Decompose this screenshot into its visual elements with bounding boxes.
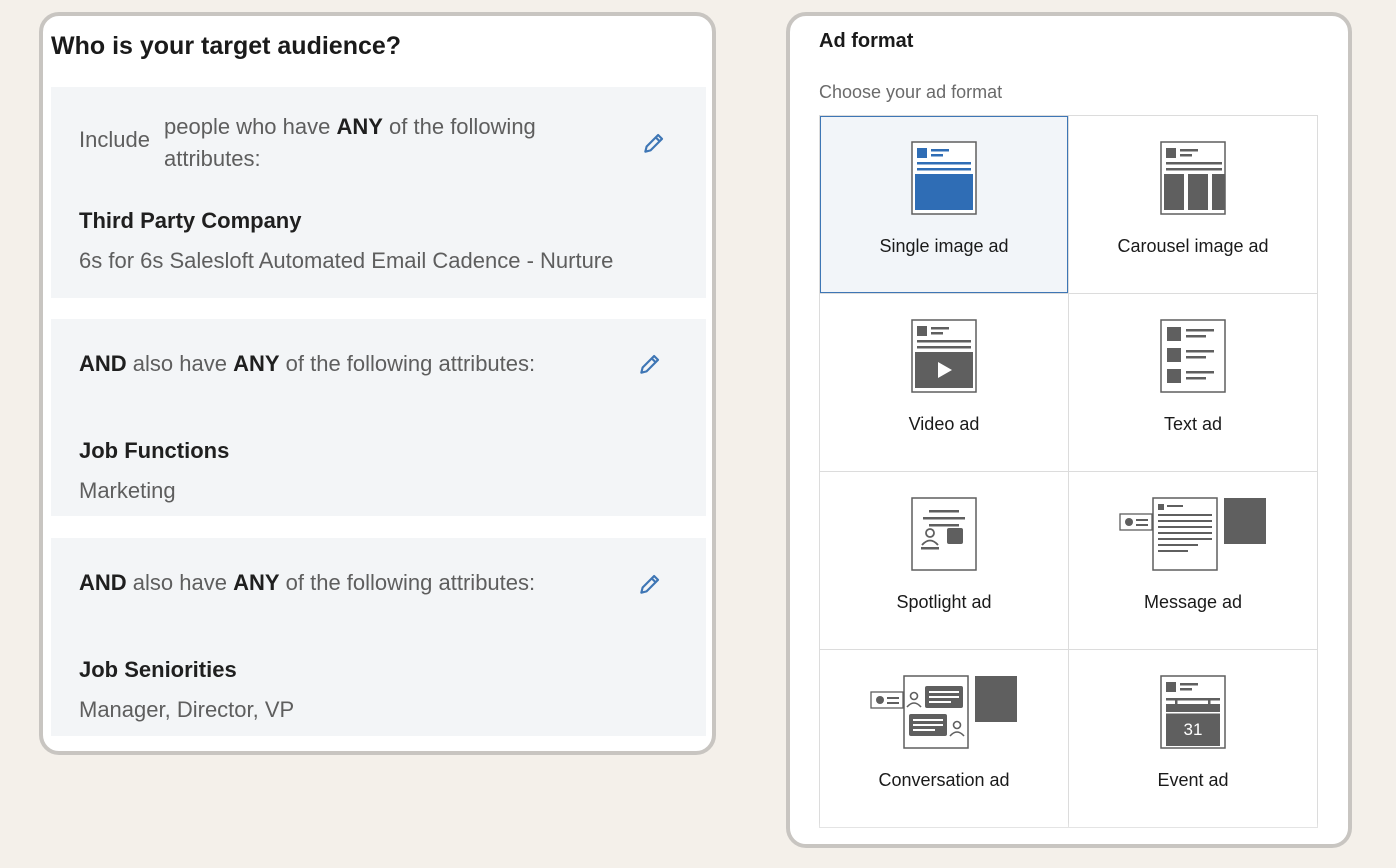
pencil-icon	[644, 133, 664, 153]
ad-format-conversation[interactable]: Conversation ad	[820, 650, 1068, 827]
ad-format-carousel-image[interactable]: Carousel image ad	[1069, 116, 1317, 293]
ad-format-label: Text ad	[1163, 414, 1223, 434]
attribute-name: Third Party Company	[79, 208, 302, 233]
text-ad-icon	[1160, 319, 1226, 393]
scroll-fade	[790, 822, 1348, 844]
ad-format-message[interactable]: Message ad	[1069, 472, 1317, 649]
edit-group-2-button[interactable]	[634, 348, 666, 380]
single-image-ad-icon	[911, 141, 977, 215]
ad-format-spotlight[interactable]: Spotlight ad	[820, 472, 1068, 649]
ad-format-label: Message ad	[1143, 592, 1243, 612]
video-ad-icon	[911, 319, 977, 393]
ad-format-label: Event ad	[1157, 770, 1229, 790]
spotlight-ad-icon	[911, 497, 977, 571]
carousel-image-ad-icon	[1160, 141, 1226, 215]
ad-format-title: Ad format	[819, 30, 914, 52]
attribute-name: Job Functions	[79, 438, 230, 463]
target-audience-panel: Who is your target audience? Include peo…	[39, 12, 716, 755]
pencil-icon	[640, 354, 660, 374]
ad-format-label: Spotlight ad	[896, 592, 992, 612]
event-day-label: 31	[1184, 720, 1203, 739]
ad-format-video[interactable]: Video ad	[820, 294, 1068, 471]
ad-format-label: Conversation ad	[878, 770, 1010, 790]
and-condition: AND also have ANY of the following attri…	[79, 351, 536, 376]
and-condition: AND also have ANY of the following attri…	[79, 570, 536, 595]
any-keyword: ANY	[336, 114, 383, 139]
attribute-group-2: AND also have ANY of the following attri…	[51, 319, 706, 516]
edit-group-3-button[interactable]	[634, 568, 666, 600]
audience-title: Who is your target audience?	[51, 32, 402, 60]
ad-format-label: Carousel image ad	[1117, 236, 1269, 256]
ad-format-label: Single image ad	[879, 236, 1009, 256]
ad-format-grid: Single image ad Carousel image ad Video …	[819, 115, 1318, 828]
attribute-group-3: AND also have ANY of the following attri…	[51, 538, 706, 736]
include-label: Include	[79, 127, 150, 152]
ad-format-text[interactable]: Text ad	[1069, 294, 1317, 471]
attribute-value: Manager, Director, VP	[79, 697, 295, 722]
edit-group-1-button[interactable]	[638, 127, 670, 159]
ad-format-label: Video ad	[908, 414, 980, 434]
ad-format-panel: Ad format Choose your ad format Single i…	[786, 12, 1352, 848]
attribute-value: 6s for 6s Salesloft Automated Email Cade…	[79, 248, 614, 273]
ad-format-event[interactable]: 31 Event ad	[1069, 650, 1317, 827]
ad-format-subtitle: Choose your ad format	[819, 82, 1003, 102]
message-ad-icon	[1119, 497, 1266, 571]
event-ad-icon: 31	[1160, 675, 1226, 749]
conversation-ad-icon	[870, 675, 1017, 749]
attribute-value: Marketing	[79, 478, 176, 503]
include-condition: people who have ANY of the following att…	[164, 114, 536, 171]
pencil-icon	[640, 574, 660, 594]
attribute-group-1: Include people who have ANY of the follo…	[51, 87, 706, 298]
ad-format-single-image[interactable]: Single image ad	[820, 116, 1068, 293]
attribute-name: Job Seniorities	[79, 657, 237, 682]
